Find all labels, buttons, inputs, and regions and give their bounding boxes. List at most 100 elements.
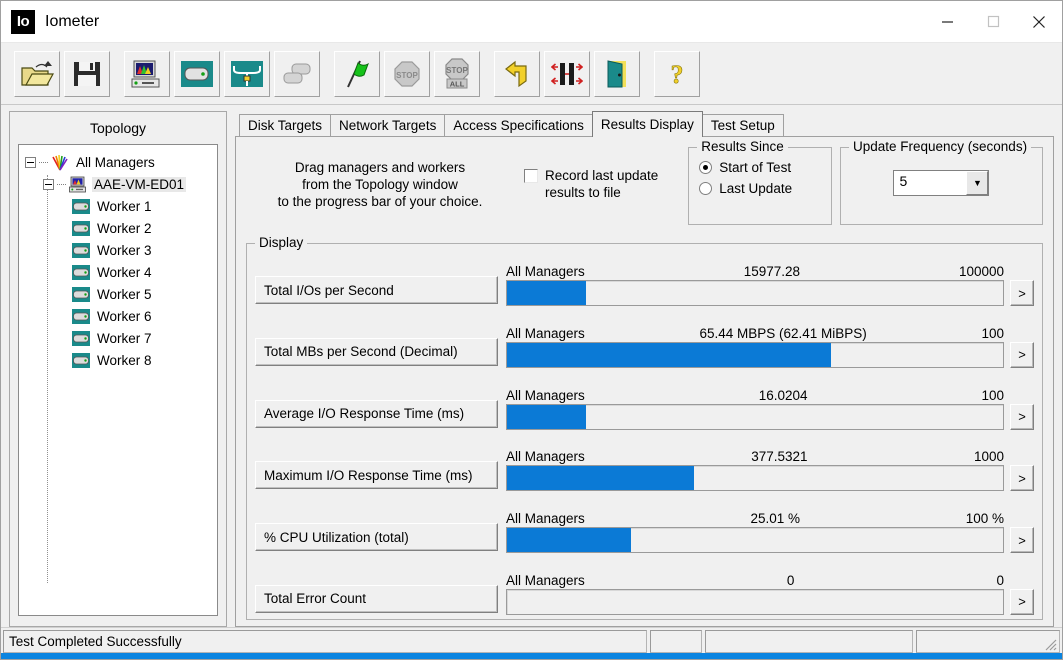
tree-dots xyxy=(39,161,48,163)
radio-last-update-button[interactable] xyxy=(699,182,713,195)
metric-header: All Managers 65.44 MBPS (62.41 MiBPS) 10… xyxy=(506,323,1004,342)
maximize-button[interactable] xyxy=(970,1,1016,43)
worker-icon xyxy=(72,242,90,258)
metric-max: 100 xyxy=(981,325,1004,341)
metric-button-maximum-io-response-time[interactable]: Maximum I/O Response Time (ms) xyxy=(255,461,498,490)
results-since-title: Results Since xyxy=(697,139,788,154)
stop-test-icon[interactable]: STOP xyxy=(383,49,431,98)
tab-bar: Disk Targets Network Targets Access Spec… xyxy=(235,111,1054,137)
close-button[interactable] xyxy=(1016,1,1062,43)
metric-value: 65.44 MBPS (62.41 MiBPS) xyxy=(699,325,867,341)
metric-button-total-mbs-per-second[interactable]: Total MBs per Second (Decimal) xyxy=(255,337,498,366)
record-results-label: Record last update results to file xyxy=(545,167,658,201)
open-test-config-icon[interactable] xyxy=(13,49,61,98)
metric-progress-bar[interactable] xyxy=(506,280,1004,306)
metric-expand-button[interactable]: > xyxy=(1010,341,1034,368)
main-content: Topology All Managers AAE-VM-ED01 Worker… xyxy=(1,105,1062,627)
save-test-config-icon[interactable] xyxy=(63,49,111,98)
metric-button-cpu-utilization[interactable]: % CPU Utilization (total) xyxy=(255,523,498,552)
stop-all-tests-icon[interactable]: STOP ALL xyxy=(433,49,481,98)
drag-hint-line-2: from the Topology window xyxy=(302,177,458,192)
metric-header: All Managers 377.5321 1000 xyxy=(506,446,1004,465)
radio-start-of-test[interactable]: Start of Test xyxy=(699,160,821,175)
tree-node-worker[interactable]: Worker 8 xyxy=(23,349,215,371)
tree-node-worker[interactable]: Worker 4 xyxy=(23,261,215,283)
metric-value: 15977.28 xyxy=(743,264,801,279)
metric-max: 100 % xyxy=(965,511,1004,527)
metric-expand-button[interactable]: > xyxy=(1010,527,1034,554)
tab-network-targets[interactable]: Network Targets xyxy=(330,114,446,137)
duplicate-worker-icon[interactable] xyxy=(273,49,321,98)
start-tests-flag-icon[interactable] xyxy=(333,49,381,98)
metric-progress-fill xyxy=(507,528,631,553)
tree-node-worker[interactable]: Worker 6 xyxy=(23,305,215,327)
right-pane: Disk Targets Network Targets Access Spec… xyxy=(235,111,1054,627)
tree-node-worker[interactable]: Worker 5 xyxy=(23,283,215,305)
status-bar: Test Completed Successfully xyxy=(1,627,1062,653)
tree-node-worker[interactable]: Worker 7 xyxy=(23,327,215,349)
results-since-group: Results Since Start of Test Last Update xyxy=(688,139,832,225)
record-results-checkbox[interactable]: Record last update results to file xyxy=(524,147,682,201)
metric-progress-bar[interactable] xyxy=(506,527,1004,554)
metric-max: 100 xyxy=(981,387,1004,403)
resize-grip-icon[interactable] xyxy=(1043,637,1057,651)
add-manager-icon[interactable] xyxy=(123,49,171,98)
metric-bar-col: All Managers 15977.28 100000 xyxy=(506,261,1004,306)
tab-access-specifications[interactable]: Access Specifications xyxy=(444,114,593,137)
update-frequency-combo[interactable]: 5 ▼ xyxy=(893,170,990,196)
exit-door-icon[interactable] xyxy=(593,49,641,98)
disconnect-icon[interactable] xyxy=(223,49,271,98)
metric-button-total-error-count[interactable]: Total Error Count xyxy=(255,584,498,613)
add-worker-icon[interactable] xyxy=(173,49,221,98)
radio-last-update[interactable]: Last Update xyxy=(699,181,821,196)
expander-icon[interactable] xyxy=(43,178,54,190)
update-frequency-group: Update Frequency (seconds) 5 ▼ xyxy=(839,139,1043,225)
topology-tree[interactable]: All Managers AAE-VM-ED01 Worker 1 Worker… xyxy=(18,144,218,616)
tab-results-display[interactable]: Results Display xyxy=(591,111,703,137)
minimize-button[interactable] xyxy=(924,1,970,43)
worker-icon xyxy=(72,352,90,368)
metric-header: All Managers 25.01 % 100 % xyxy=(506,508,1004,527)
record-results-checkbox-box[interactable] xyxy=(524,169,538,183)
drag-hint-line-1: Drag managers and workers xyxy=(294,160,466,175)
tree-node-worker[interactable]: Worker 3 xyxy=(23,239,215,261)
status-panel-3 xyxy=(705,630,913,653)
status-message: Test Completed Successfully xyxy=(3,630,647,653)
metric-progress-fill xyxy=(507,342,832,367)
metric-expand-button[interactable]: > xyxy=(1010,588,1034,615)
metric-header: All Managers 0 0 xyxy=(506,570,1004,589)
svg-text:STOP: STOP xyxy=(446,66,468,75)
swap-workers-icon[interactable] xyxy=(543,49,591,98)
tree-node-worker[interactable]: Worker 1 xyxy=(23,195,215,217)
metric-progress-bar[interactable] xyxy=(506,588,1004,615)
help-question-icon[interactable]: ? xyxy=(653,49,701,98)
tab-test-setup[interactable]: Test Setup xyxy=(701,114,784,137)
metric-row-maximum-io-response-time: Maximum I/O Response Time (ms) All Manag… xyxy=(255,439,1034,492)
tree-node-label: Worker 6 xyxy=(97,308,152,324)
metric-expand-button[interactable]: > xyxy=(1010,465,1034,492)
metric-button-average-io-response-time[interactable]: Average I/O Response Time (ms) xyxy=(255,399,498,428)
metric-max: 0 xyxy=(996,572,1004,588)
tree-connector-line xyxy=(47,175,48,583)
reset-workers-icon[interactable] xyxy=(493,49,541,98)
tree-node-manager[interactable]: AAE-VM-ED01 xyxy=(23,173,215,195)
metric-progress-bar[interactable] xyxy=(506,403,1004,430)
drag-hint-text: Drag managers and workers from the Topol… xyxy=(246,147,514,210)
topology-panel: Topology All Managers AAE-VM-ED01 Worker… xyxy=(9,111,227,627)
radio-start-of-test-button[interactable] xyxy=(699,161,713,174)
expander-icon[interactable] xyxy=(25,156,36,168)
display-group-title: Display xyxy=(255,235,308,250)
metric-expand-button[interactable]: > xyxy=(1010,403,1034,430)
metric-button-total-ios-per-second[interactable]: Total I/Os per Second xyxy=(255,276,498,304)
worker-icon xyxy=(72,198,90,214)
window-controls xyxy=(924,1,1062,43)
tree-node-worker[interactable]: Worker 2 xyxy=(23,217,215,239)
metric-progress-bar[interactable] xyxy=(506,341,1004,368)
metric-progress-bar[interactable] xyxy=(506,465,1004,492)
tab-disk-targets[interactable]: Disk Targets xyxy=(239,114,332,137)
tree-node-all-managers[interactable]: All Managers xyxy=(23,151,215,173)
tree-dots xyxy=(57,183,66,185)
chevron-down-icon[interactable]: ▼ xyxy=(966,171,989,195)
update-frequency-value[interactable]: 5 xyxy=(894,171,966,195)
metric-expand-button[interactable]: > xyxy=(1010,280,1034,306)
